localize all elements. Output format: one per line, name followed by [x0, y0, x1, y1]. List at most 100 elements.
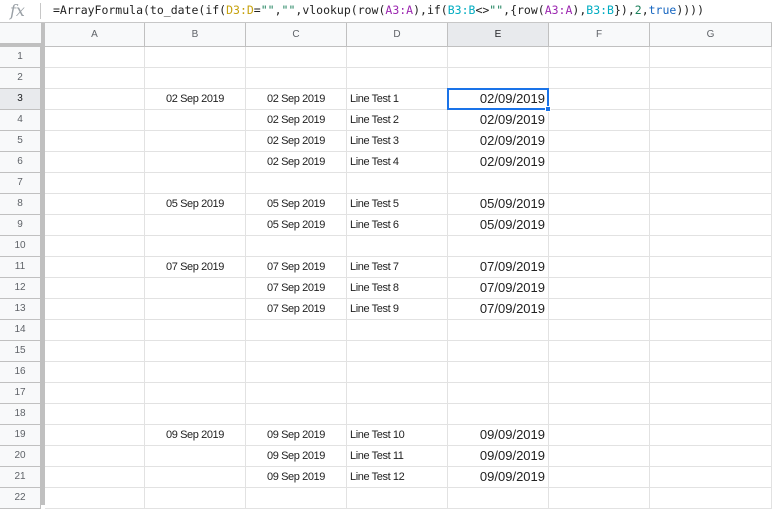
cell-g2[interactable] — [650, 68, 772, 89]
cell-f7[interactable] — [549, 173, 650, 194]
cell-b1[interactable] — [145, 47, 246, 68]
cell-d8[interactable]: Line Test 5 — [347, 194, 448, 215]
row-header[interactable]: 10 — [0, 236, 41, 257]
cell-f18[interactable] — [549, 404, 650, 425]
row-header[interactable]: 12 — [0, 278, 41, 299]
cell-a11[interactable] — [45, 257, 145, 278]
cell-b12[interactable] — [145, 278, 246, 299]
cell-f16[interactable] — [549, 362, 650, 383]
column-header-e[interactable]: E — [448, 23, 549, 47]
cell-g12[interactable] — [650, 278, 772, 299]
column-header-c[interactable]: C — [246, 23, 347, 47]
cell-a19[interactable] — [45, 425, 145, 446]
cell-b18[interactable] — [145, 404, 246, 425]
cell-e5[interactable]: 02/09/2019 — [448, 131, 549, 152]
cell-g8[interactable] — [650, 194, 772, 215]
cell-c5[interactable]: 02 Sep 2019 — [246, 131, 347, 152]
cell-d15[interactable] — [347, 341, 448, 362]
cell-e7[interactable] — [448, 173, 549, 194]
cell-a15[interactable] — [45, 341, 145, 362]
row-header[interactable]: 7 — [0, 173, 41, 194]
cell-a9[interactable] — [45, 215, 145, 236]
cell-a10[interactable] — [45, 236, 145, 257]
cell-d17[interactable] — [347, 383, 448, 404]
cell-a1[interactable] — [45, 47, 145, 68]
cell-f1[interactable] — [549, 47, 650, 68]
cell-d5[interactable]: Line Test 3 — [347, 131, 448, 152]
cell-g17[interactable] — [650, 383, 772, 404]
cell-c15[interactable] — [246, 341, 347, 362]
cell-e3[interactable]: 02/09/2019 — [448, 89, 549, 110]
row-header[interactable]: 6 — [0, 152, 41, 173]
cell-b4[interactable] — [145, 110, 246, 131]
cell-c7[interactable] — [246, 173, 347, 194]
cell-g21[interactable] — [650, 467, 772, 488]
cell-g11[interactable] — [650, 257, 772, 278]
cell-f3[interactable] — [549, 89, 650, 110]
cell-g7[interactable] — [650, 173, 772, 194]
cell-a14[interactable] — [45, 320, 145, 341]
cell-d22[interactable] — [347, 488, 448, 509]
cell-a7[interactable] — [45, 173, 145, 194]
row-header[interactable]: 5 — [0, 131, 41, 152]
cell-e1[interactable] — [448, 47, 549, 68]
cell-c1[interactable] — [246, 47, 347, 68]
cell-g9[interactable] — [650, 215, 772, 236]
cell-e12[interactable]: 07/09/2019 — [448, 278, 549, 299]
cell-b13[interactable] — [145, 299, 246, 320]
cell-g3[interactable] — [650, 89, 772, 110]
row-header[interactable]: 20 — [0, 446, 41, 467]
cell-b20[interactable] — [145, 446, 246, 467]
cell-d1[interactable] — [347, 47, 448, 68]
row-header[interactable]: 8 — [0, 194, 41, 215]
cell-e11[interactable]: 07/09/2019 — [448, 257, 549, 278]
cell-b3[interactable]: 02 Sep 2019 — [145, 89, 246, 110]
cell-d7[interactable] — [347, 173, 448, 194]
cell-a18[interactable] — [45, 404, 145, 425]
cell-f15[interactable] — [549, 341, 650, 362]
cell-b21[interactable] — [145, 467, 246, 488]
fill-handle[interactable] — [545, 106, 551, 112]
cell-g22[interactable] — [650, 488, 772, 509]
cell-d18[interactable] — [347, 404, 448, 425]
cell-a21[interactable] — [45, 467, 145, 488]
cell-f8[interactable] — [549, 194, 650, 215]
cell-b14[interactable] — [145, 320, 246, 341]
cell-b19[interactable]: 09 Sep 2019 — [145, 425, 246, 446]
row-header[interactable]: 4 — [0, 110, 41, 131]
cell-c14[interactable] — [246, 320, 347, 341]
cell-c9[interactable]: 05 Sep 2019 — [246, 215, 347, 236]
cell-f10[interactable] — [549, 236, 650, 257]
cell-e4[interactable]: 02/09/2019 — [448, 110, 549, 131]
cell-b2[interactable] — [145, 68, 246, 89]
cell-d3[interactable]: Line Test 1 — [347, 89, 448, 110]
cell-f19[interactable] — [549, 425, 650, 446]
cell-g5[interactable] — [650, 131, 772, 152]
column-header-a[interactable]: A — [45, 23, 145, 47]
cell-c8[interactable]: 05 Sep 2019 — [246, 194, 347, 215]
cell-c20[interactable]: 09 Sep 2019 — [246, 446, 347, 467]
cell-b7[interactable] — [145, 173, 246, 194]
row-header[interactable]: 11 — [0, 257, 41, 278]
cell-e8[interactable]: 05/09/2019 — [448, 194, 549, 215]
cell-f6[interactable] — [549, 152, 650, 173]
cell-f20[interactable] — [549, 446, 650, 467]
cell-g10[interactable] — [650, 236, 772, 257]
cell-e13[interactable]: 07/09/2019 — [448, 299, 549, 320]
cell-d16[interactable] — [347, 362, 448, 383]
row-header[interactable]: 1 — [0, 47, 41, 68]
cell-b16[interactable] — [145, 362, 246, 383]
cell-e18[interactable] — [448, 404, 549, 425]
cell-f4[interactable] — [549, 110, 650, 131]
cell-f12[interactable] — [549, 278, 650, 299]
select-all-corner[interactable] — [0, 23, 45, 47]
cell-b11[interactable]: 07 Sep 2019 — [145, 257, 246, 278]
column-header-d[interactable]: D — [347, 23, 448, 47]
cell-f22[interactable] — [549, 488, 650, 509]
cell-d20[interactable]: Line Test 11 — [347, 446, 448, 467]
cell-e17[interactable] — [448, 383, 549, 404]
row-header[interactable]: 3 — [0, 89, 41, 110]
cell-g15[interactable] — [650, 341, 772, 362]
cell-a20[interactable] — [45, 446, 145, 467]
cell-d12[interactable]: Line Test 8 — [347, 278, 448, 299]
